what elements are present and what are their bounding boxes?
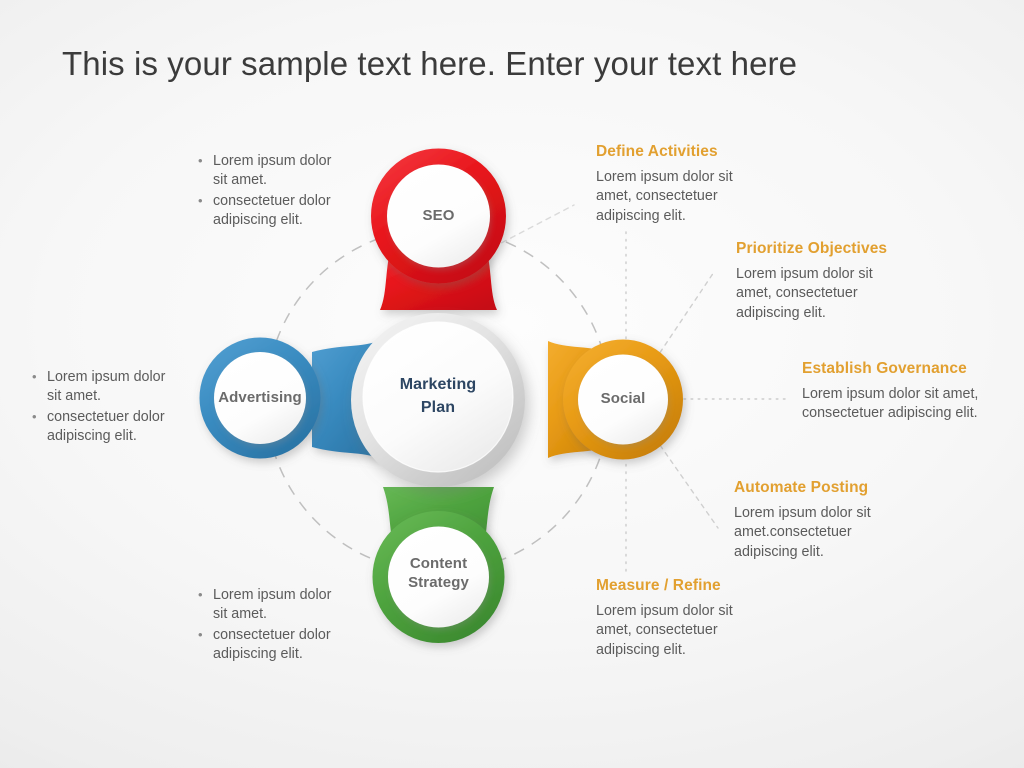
- hub-inner-face: [363, 322, 513, 472]
- node-seo-face: [387, 164, 490, 268]
- list-item: consectetuer dolor adipiscing elit.: [30, 407, 182, 447]
- node-social-face: [578, 354, 668, 445]
- node-advertising-face: [214, 352, 306, 444]
- callout-heading: Automate Posting: [734, 479, 869, 496]
- bullet-list-middle-left: Lorem ipsum dolor sit amet. consectetuer…: [30, 367, 182, 447]
- node-content-strategy-label-line1: Content: [409, 555, 468, 572]
- callout-body: Lorem ipsum dolor sit amet, consectetuer…: [596, 603, 733, 658]
- node-social[interactable]: [548, 339, 683, 460]
- callout-body: Lorem ipsum dolor sit amet, consectetuer…: [736, 266, 873, 321]
- list-item: Lorem ipsum dolor sit amet.: [30, 367, 182, 407]
- callout-body: Lorem ipsum dolor sit amet, consectetuer…: [596, 169, 733, 224]
- callout-prioritize-objectives: Prioritize Objectives Lorem ipsum dolor …: [736, 240, 908, 323]
- callout-define-activities: Define Activities Lorem ipsum dolor sit …: [596, 143, 768, 226]
- list-item: Lorem ipsum dolor sit amet.: [196, 585, 348, 625]
- bullet-list-top-left: Lorem ipsum dolor sit amet. consectetuer…: [196, 151, 348, 231]
- list-item: consectetuer dolor adipiscing elit.: [196, 191, 348, 231]
- callout-body: Lorem ipsum dolor sit amet.consectetuer …: [734, 505, 871, 560]
- callout-heading: Define Activities: [596, 143, 718, 160]
- callout-heading: Measure / Refine: [596, 577, 721, 594]
- slide-canvas: This is your sample text here. Enter you…: [0, 0, 1024, 768]
- node-seo[interactable]: [371, 148, 506, 310]
- list-item: Lorem ipsum dolor sit amet.: [196, 151, 348, 191]
- list-item: consectetuer dolor adipiscing elit.: [196, 625, 348, 665]
- connector-to-automate: [654, 437, 719, 529]
- callout-heading: Establish Governance: [802, 360, 967, 377]
- callout-automate-posting: Automate Posting Lorem ipsum dolor sit a…: [734, 479, 906, 562]
- node-content-strategy-label: Content Strategy: [388, 554, 489, 592]
- node-content-strategy-label-line2: Strategy: [408, 574, 469, 591]
- callout-measure-refine: Measure / Refine Lorem ipsum dolor sit a…: [596, 577, 768, 660]
- hub-marketing-plan[interactable]: [351, 313, 525, 487]
- callout-body: Lorem ipsum dolor sit amet, consectetuer…: [802, 386, 979, 422]
- callout-establish-governance: Establish Governance Lorem ipsum dolor s…: [802, 360, 984, 424]
- callout-heading: Prioritize Objectives: [736, 240, 888, 257]
- connector-to-prioritize: [654, 271, 715, 361]
- bullet-list-bottom-left: Lorem ipsum dolor sit amet. consectetuer…: [196, 585, 348, 665]
